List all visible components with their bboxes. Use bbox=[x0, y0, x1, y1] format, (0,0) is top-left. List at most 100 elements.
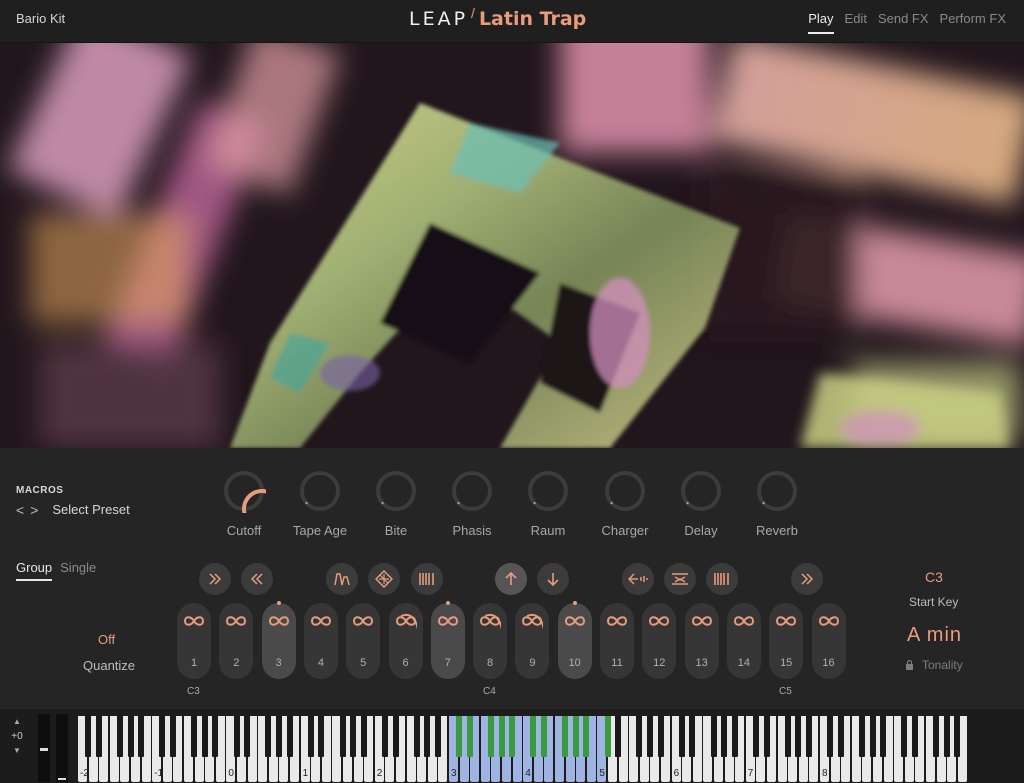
black-key[interactable] bbox=[307, 716, 314, 757]
reverse-button[interactable] bbox=[241, 563, 273, 595]
black-key[interactable] bbox=[572, 716, 579, 757]
knob-cutoff[interactable]: Cutoff bbox=[204, 469, 284, 538]
black-key[interactable] bbox=[434, 716, 441, 757]
black-key[interactable] bbox=[615, 716, 622, 757]
envelope-button[interactable] bbox=[326, 563, 358, 595]
black-key[interactable] bbox=[530, 716, 537, 757]
black-key[interactable] bbox=[350, 716, 357, 757]
pad-10[interactable]: 10 bbox=[557, 601, 592, 679]
black-key[interactable] bbox=[498, 716, 505, 757]
knob-reverb[interactable]: Reverb bbox=[737, 469, 817, 538]
pad-4[interactable]: 4 bbox=[303, 603, 338, 679]
black-key[interactable] bbox=[721, 716, 728, 757]
black-key[interactable] bbox=[466, 716, 473, 757]
forward-button[interactable] bbox=[199, 563, 231, 595]
black-key[interactable] bbox=[933, 716, 940, 757]
pad-5[interactable]: 5 bbox=[346, 603, 381, 679]
tab-perform-fx[interactable]: Perform FX bbox=[940, 11, 1006, 34]
tab-group[interactable]: Group bbox=[16, 560, 53, 581]
black-key[interactable] bbox=[392, 716, 399, 757]
black-key[interactable] bbox=[169, 716, 176, 757]
tab-edit[interactable]: Edit bbox=[845, 11, 867, 34]
black-key[interactable] bbox=[562, 716, 569, 757]
pad-15[interactable]: 15 bbox=[769, 603, 804, 679]
quantize-value[interactable]: Off bbox=[98, 632, 115, 647]
pitch-up-button[interactable] bbox=[495, 563, 527, 595]
black-key[interactable] bbox=[954, 716, 961, 757]
tonality-value[interactable]: A min bbox=[907, 624, 962, 647]
pad-3[interactable]: 3 bbox=[261, 601, 296, 679]
black-key[interactable] bbox=[381, 716, 388, 757]
tab-single[interactable]: Single bbox=[60, 560, 96, 581]
knob-charger[interactable]: Charger bbox=[585, 469, 665, 538]
black-key[interactable] bbox=[339, 716, 346, 757]
slice-button[interactable] bbox=[368, 563, 400, 595]
stretch-button[interactable] bbox=[622, 563, 654, 595]
black-key[interactable] bbox=[85, 716, 92, 757]
tab-play[interactable]: Play bbox=[808, 11, 834, 34]
black-key[interactable] bbox=[901, 716, 908, 757]
knob-delay[interactable]: Delay bbox=[661, 469, 741, 538]
black-key[interactable] bbox=[509, 716, 516, 757]
black-key[interactable] bbox=[360, 716, 367, 757]
black-key[interactable] bbox=[752, 716, 759, 757]
transpose-up-icon[interactable]: ▲ bbox=[6, 717, 28, 727]
black-key[interactable] bbox=[911, 716, 918, 757]
knob-phasis[interactable]: Phasis bbox=[432, 469, 512, 538]
black-key[interactable] bbox=[827, 716, 834, 757]
black-key[interactable] bbox=[116, 716, 123, 757]
black-key[interactable] bbox=[244, 716, 251, 757]
black-key[interactable] bbox=[265, 716, 272, 757]
black-key[interactable] bbox=[487, 716, 494, 757]
black-key[interactable] bbox=[837, 716, 844, 757]
pad-11[interactable]: 11 bbox=[600, 603, 634, 679]
pad-12[interactable]: 12 bbox=[642, 603, 677, 679]
black-key[interactable] bbox=[318, 716, 325, 757]
select-preset-button[interactable]: Select Preset bbox=[52, 502, 129, 517]
bars-button[interactable] bbox=[411, 563, 443, 595]
pad-16[interactable]: 16 bbox=[811, 603, 846, 679]
black-key[interactable] bbox=[456, 716, 463, 757]
black-key[interactable] bbox=[191, 716, 198, 757]
black-key[interactable] bbox=[127, 716, 134, 757]
black-key[interactable] bbox=[201, 716, 208, 757]
lock-icon[interactable] bbox=[905, 660, 914, 670]
start-key-value[interactable]: C3 bbox=[925, 569, 943, 585]
black-key[interactable] bbox=[95, 716, 102, 757]
black-key[interactable] bbox=[678, 716, 685, 757]
black-key[interactable] bbox=[413, 716, 420, 757]
black-key[interactable] bbox=[604, 716, 611, 757]
black-key[interactable] bbox=[689, 716, 696, 757]
black-key[interactable] bbox=[212, 716, 219, 757]
pad-13[interactable]: 13 bbox=[684, 603, 719, 679]
pitch-down-button[interactable] bbox=[537, 563, 569, 595]
pad-14[interactable]: 14 bbox=[726, 603, 761, 679]
preset-next-icon[interactable]: > bbox=[30, 503, 38, 517]
pad-7[interactable]: 7 bbox=[430, 601, 465, 679]
knob-raum[interactable]: Raum bbox=[508, 469, 588, 538]
knob-tape-age[interactable]: Tape Age bbox=[280, 469, 360, 538]
black-key[interactable] bbox=[540, 716, 547, 757]
pad-2[interactable]: 2 bbox=[219, 603, 254, 679]
black-key[interactable] bbox=[805, 716, 812, 757]
black-key[interactable] bbox=[784, 716, 791, 757]
black-key[interactable] bbox=[710, 716, 717, 757]
black-key[interactable] bbox=[583, 716, 590, 757]
black-key[interactable] bbox=[233, 716, 240, 757]
black-key[interactable] bbox=[858, 716, 865, 757]
black-key[interactable] bbox=[795, 716, 802, 757]
knob-bite[interactable]: Bite bbox=[356, 469, 436, 538]
black-key[interactable] bbox=[943, 716, 950, 757]
black-key[interactable] bbox=[880, 716, 887, 757]
black-key[interactable] bbox=[424, 716, 431, 757]
pad-1[interactable]: 1 bbox=[177, 603, 211, 679]
pad-9[interactable]: 9 bbox=[515, 603, 550, 679]
black-key[interactable] bbox=[286, 716, 293, 757]
transpose-down-icon[interactable]: ▼ bbox=[6, 746, 28, 756]
pad-8[interactable]: 8 bbox=[473, 603, 508, 679]
black-key[interactable] bbox=[657, 716, 664, 757]
black-key[interactable] bbox=[731, 716, 738, 757]
black-key[interactable] bbox=[138, 716, 145, 757]
black-key[interactable] bbox=[636, 716, 643, 757]
black-key[interactable] bbox=[869, 716, 876, 757]
